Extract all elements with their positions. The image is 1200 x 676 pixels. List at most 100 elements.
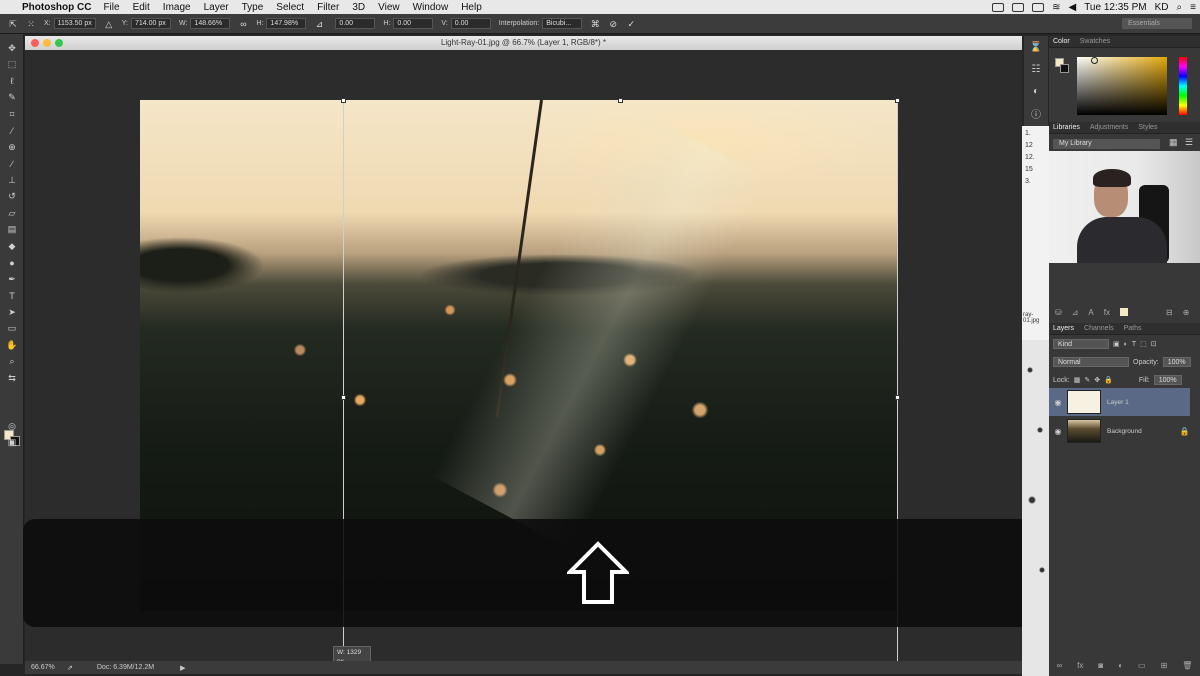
zoom-window-button[interactable] bbox=[55, 39, 63, 47]
warp-icon[interactable]: ⌘ bbox=[590, 19, 600, 29]
eraser-tool-icon[interactable]: ▱ bbox=[0, 205, 24, 222]
new-adjustment-icon[interactable]: ◐ bbox=[1118, 661, 1123, 670]
rectangle-tool-icon[interactable]: ▭ bbox=[0, 321, 24, 338]
menu-window[interactable]: Window bbox=[413, 2, 449, 13]
lock-pixels-icon[interactable]: ✎ bbox=[1084, 376, 1090, 384]
new-layer-icon[interactable]: ⊞ bbox=[1161, 661, 1168, 670]
workspace-select[interactable]: Essentials bbox=[1122, 18, 1192, 29]
move-tool-icon[interactable]: ✥ bbox=[0, 40, 24, 57]
relative-position-icon[interactable]: △ bbox=[104, 19, 114, 29]
close-window-button[interactable] bbox=[31, 39, 39, 47]
add-color-icon[interactable] bbox=[1119, 308, 1128, 316]
lock-transparency-icon[interactable]: ▦ bbox=[1074, 376, 1081, 384]
menu-view[interactable]: View bbox=[378, 2, 400, 13]
notifications-icon[interactable]: ≡ bbox=[1190, 2, 1196, 13]
kd-status-icon[interactable] bbox=[1012, 2, 1025, 12]
cc-icon[interactable]: ⊕ bbox=[1183, 308, 1190, 317]
transform-handle-top-right[interactable] bbox=[895, 98, 900, 103]
pen-tool-icon[interactable]: ✒ bbox=[0, 271, 24, 288]
properties-panel-icon[interactable]: ☷ bbox=[1024, 58, 1048, 80]
tab-swatches[interactable]: Swatches bbox=[1080, 38, 1110, 45]
clock[interactable]: Tue 12:35 PM bbox=[1084, 2, 1146, 13]
lock-position-icon[interactable]: ✥ bbox=[1094, 376, 1100, 384]
layer-1-name[interactable]: Layer 1 bbox=[1107, 399, 1129, 406]
menu-3d[interactable]: 3D bbox=[352, 2, 365, 13]
cancel-transform-icon[interactable]: ⊘ bbox=[608, 19, 618, 29]
library-select[interactable]: My Library bbox=[1053, 139, 1160, 149]
layer-style-icon[interactable]: fx bbox=[1077, 661, 1083, 670]
menu-edit[interactable]: Edit bbox=[133, 2, 150, 13]
spotlight-icon[interactable]: ⌕ bbox=[1177, 2, 1183, 13]
list-view-icon[interactable]: ☰ bbox=[1185, 137, 1193, 148]
path-select-tool-icon[interactable]: ➤ bbox=[0, 304, 24, 321]
marquee-tool-icon[interactable]: ⬚ bbox=[0, 57, 24, 74]
filter-type-icon[interactable]: T bbox=[1132, 341, 1136, 348]
filter-kind-select[interactable]: Kind bbox=[1053, 339, 1109, 349]
menu-layer[interactable]: Layer bbox=[204, 2, 229, 13]
blur-tool-icon[interactable]: ◆ bbox=[0, 238, 24, 255]
color-bg-swatch[interactable] bbox=[1060, 64, 1069, 73]
x-field[interactable]: 1153.50 px bbox=[53, 18, 96, 29]
quick-select-tool-icon[interactable]: ✎ bbox=[0, 90, 24, 107]
blend-mode-select[interactable]: Normal bbox=[1053, 357, 1129, 367]
tab-layers[interactable]: Layers bbox=[1053, 325, 1074, 332]
healing-tool-icon[interactable]: ⊕ bbox=[0, 139, 24, 156]
delete-layer-icon[interactable]: 🗑 bbox=[1182, 661, 1192, 670]
minimize-window-button[interactable] bbox=[43, 39, 51, 47]
status-menu-arrow-icon[interactable]: ▶ bbox=[180, 664, 185, 672]
stamp-tool-icon[interactable]: ⊥ bbox=[0, 172, 24, 189]
transform-handle-middle-right[interactable] bbox=[895, 395, 900, 400]
add-graphic-icon[interactable]: ⊿ bbox=[1072, 308, 1079, 317]
zoom-level[interactable]: 66.67% bbox=[31, 664, 63, 671]
hskew-field[interactable]: 0.00 bbox=[393, 18, 434, 29]
lasso-tool-icon[interactable]: ℓ bbox=[0, 73, 24, 90]
eyedropper-tool-icon[interactable]: ⁄ bbox=[0, 123, 24, 140]
layer-row-layer-1[interactable]: ◉ Layer 1 bbox=[1049, 388, 1190, 416]
app-name-menu[interactable]: Photoshop CC bbox=[22, 2, 91, 13]
default-colors-icon[interactable]: ⇆ bbox=[0, 370, 24, 387]
y-field[interactable]: 714.00 px bbox=[130, 18, 171, 29]
transform-handle-top-left[interactable] bbox=[341, 98, 346, 103]
history-panel-icon[interactable]: ⌛ bbox=[1024, 36, 1048, 58]
tab-paths[interactable]: Paths bbox=[1124, 325, 1142, 332]
type-tool-icon[interactable]: T bbox=[0, 288, 24, 305]
tab-color[interactable]: Color bbox=[1053, 38, 1070, 45]
menu-file[interactable]: File bbox=[103, 2, 119, 13]
lock-all-icon[interactable]: 🔒 bbox=[1104, 376, 1113, 384]
menu-type[interactable]: Type bbox=[242, 2, 264, 13]
color-picker-field[interactable] bbox=[1077, 57, 1167, 115]
opacity-field[interactable]: 100% bbox=[1162, 357, 1191, 367]
wifi-icon[interactable]: ≋ bbox=[1052, 2, 1060, 13]
filter-pixel-icon[interactable]: ▣ bbox=[1113, 340, 1120, 348]
transform-handle-middle-left[interactable] bbox=[341, 395, 346, 400]
width-field[interactable]: 148.66% bbox=[190, 18, 231, 29]
dodge-tool-icon[interactable]: ● bbox=[0, 255, 24, 272]
background-layer-name[interactable]: Background bbox=[1107, 428, 1142, 435]
new-group-icon[interactable]: ▭ bbox=[1138, 661, 1146, 670]
gradient-tool-icon[interactable]: ▤ bbox=[0, 222, 24, 239]
color-picker-cursor[interactable] bbox=[1091, 57, 1098, 64]
add-fx-icon[interactable]: fx bbox=[1104, 308, 1110, 317]
document-titlebar[interactable]: Light-Ray-01.jpg @ 66.7% (Layer 1, RGB/8… bbox=[25, 36, 1022, 50]
vskew-field[interactable]: 0.00 bbox=[450, 18, 491, 29]
layer-row-background[interactable]: ◉ Background 🔒 bbox=[1049, 417, 1190, 445]
link-layers-icon[interactable]: ∞ bbox=[1056, 661, 1062, 670]
tab-styles[interactable]: Styles bbox=[1138, 124, 1157, 131]
screen-mode-icon[interactable]: ▣ bbox=[0, 434, 24, 451]
user-name[interactable]: KD bbox=[1155, 2, 1169, 13]
angle-field[interactable]: 0.00 bbox=[335, 18, 376, 29]
camera-status-icon[interactable] bbox=[992, 2, 1005, 12]
tab-channels[interactable]: Channels bbox=[1084, 325, 1114, 332]
background-visibility-eye-icon[interactable]: ◉ bbox=[1049, 427, 1067, 436]
tab-libraries[interactable]: Libraries bbox=[1053, 124, 1080, 131]
menu-help[interactable]: Help bbox=[461, 2, 482, 13]
zoom-tool-icon[interactable]: ⌕ bbox=[0, 354, 24, 371]
commit-transform-icon[interactable]: ✓ bbox=[626, 19, 636, 29]
export-icon[interactable]: ⇗ bbox=[67, 664, 73, 672]
hand-tool-icon[interactable]: ✋ bbox=[0, 337, 24, 354]
dropbox-status-icon[interactable] bbox=[1032, 2, 1045, 12]
library-sync-icon[interactable]: ⊟ bbox=[1166, 308, 1173, 317]
transform-tool-icon[interactable]: ⇱ bbox=[8, 19, 18, 29]
height-field[interactable]: 147.98% bbox=[266, 18, 307, 29]
layer-visibility-eye-icon[interactable]: ◉ bbox=[1049, 398, 1067, 407]
